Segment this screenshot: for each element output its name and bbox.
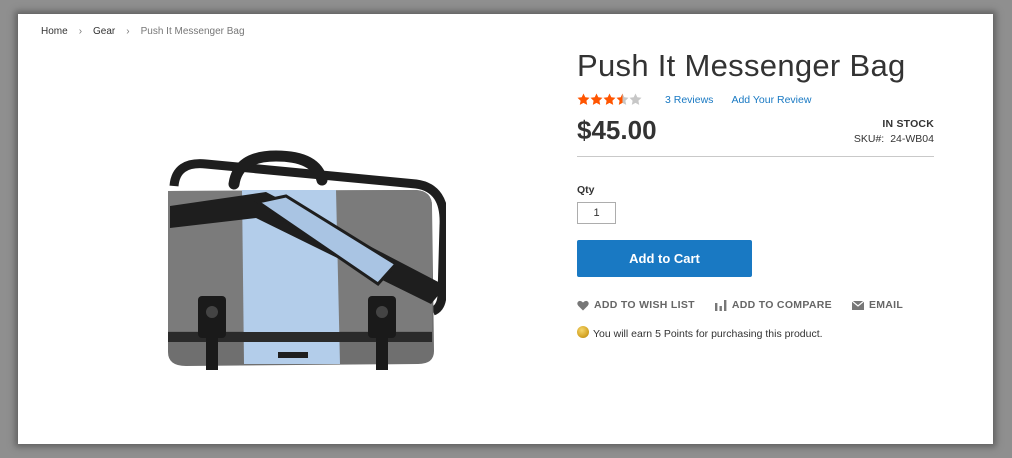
breadcrumb: Home › Gear › Push It Messenger Bag	[41, 26, 245, 37]
bag-buckle-rivet-right	[376, 306, 388, 318]
breadcrumb-separator-icon: ›	[78, 26, 83, 37]
product-image[interactable]	[146, 146, 446, 376]
star-icon	[590, 93, 603, 105]
bag-buckle-strap-right	[376, 336, 388, 370]
breadcrumb-home[interactable]: Home	[41, 26, 68, 37]
star-icon	[603, 93, 616, 105]
envelope-icon	[851, 300, 864, 310]
reward-points-message: You will earn 5 Points for purchasing th…	[577, 326, 823, 340]
qty-label: Qty	[577, 184, 595, 196]
coin-icon	[577, 326, 589, 338]
star-icon	[616, 93, 629, 105]
stock-status: IN STOCK	[882, 118, 934, 130]
stock-block: IN STOCK SKU#: 24-WB04	[854, 118, 934, 145]
product-social-actions: ADD TO WISH LIST ADD TO COMPARE EMAIL	[577, 299, 923, 311]
bar-chart-icon	[714, 299, 727, 311]
add-to-wishlist-link[interactable]: ADD TO WISH LIST	[577, 299, 695, 311]
wishlist-label: ADD TO WISH LIST	[594, 299, 695, 311]
product-price: $45.00	[577, 115, 657, 145]
heart-icon	[577, 300, 589, 310]
compare-label: ADD TO COMPARE	[731, 299, 832, 311]
reviews-link[interactable]: 3 Reviews	[665, 94, 713, 106]
rating-stars	[577, 93, 647, 106]
sku-value: 24-WB04	[890, 133, 934, 145]
star-icon	[577, 93, 590, 105]
reward-points-text: You will earn 5 Points for purchasing th…	[593, 328, 823, 340]
product-title: Push It Messenger Bag	[577, 48, 906, 83]
page-frame: Home › Gear › Push It Messenger Bag Push…	[18, 14, 993, 444]
star-icon	[629, 93, 642, 105]
divider	[577, 156, 934, 157]
bag-buckle-rivet-left	[206, 306, 218, 318]
add-to-cart-button[interactable]: Add to Cart	[577, 240, 752, 277]
add-review-link[interactable]: Add Your Review	[731, 94, 811, 106]
bag-label	[278, 352, 308, 358]
product-info: Push It Messenger Bag 3 Reviews Add Your…	[577, 14, 937, 444]
rating-summary: 3 Reviews Add Your Review	[577, 93, 811, 106]
add-to-compare-link[interactable]: ADD TO COMPARE	[714, 299, 832, 311]
breadcrumb-separator-icon: ›	[126, 26, 130, 37]
bag-buckle-strap-left	[206, 336, 218, 370]
sku-label: SKU#:	[853, 133, 885, 145]
email-link[interactable]: EMAIL	[851, 299, 904, 311]
email-label: EMAIL	[868, 299, 904, 311]
qty-input[interactable]	[577, 202, 616, 224]
breadcrumb-gear[interactable]: Gear	[93, 26, 115, 37]
breadcrumb-current: Push It Messenger Bag	[140, 26, 245, 37]
sku: SKU#: 24-WB04	[854, 133, 934, 145]
